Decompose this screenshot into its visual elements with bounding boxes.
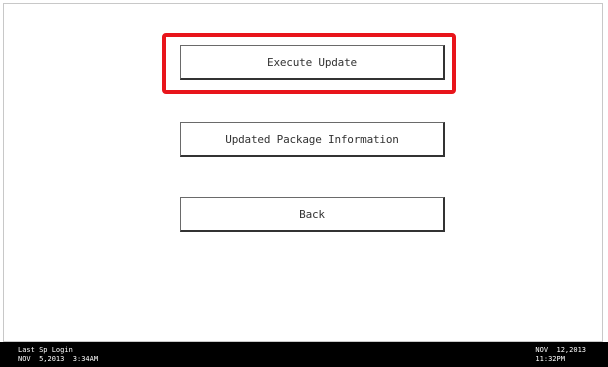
current-time: 11:32PM bbox=[535, 355, 565, 363]
status-bar: Last Sp Login NOV 5,2013 3:34AM NOV 12,2… bbox=[0, 342, 608, 367]
current-datetime: NOV 12,2013 11:32PM bbox=[535, 346, 586, 364]
updated-package-info-button[interactable]: Updated Package Information bbox=[180, 122, 445, 157]
last-login-datetime: NOV 5,2013 3:34AM bbox=[18, 355, 99, 363]
last-login-info: Last Sp Login NOV 5,2013 3:34AM bbox=[18, 346, 98, 364]
execute-update-button[interactable]: Execute Update bbox=[180, 45, 445, 80]
update-screen: Execute Update Updated Package Informati… bbox=[3, 3, 603, 342]
last-login-label: Last Sp Login bbox=[18, 346, 73, 354]
back-label: Back bbox=[299, 207, 325, 221]
back-button[interactable]: Back bbox=[180, 197, 445, 232]
updated-package-info-label: Updated Package Information bbox=[225, 132, 399, 146]
execute-update-label: Execute Update bbox=[267, 55, 357, 69]
current-date: NOV 12,2013 bbox=[535, 346, 586, 354]
